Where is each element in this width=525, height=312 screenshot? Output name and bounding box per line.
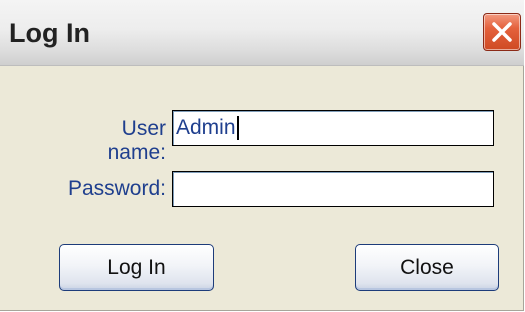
close-window-button[interactable]: [483, 13, 521, 51]
title-bar[interactable]: Log In: [0, 0, 524, 66]
password-label: Password:: [67, 177, 166, 200]
close-icon: [492, 22, 512, 42]
username-field[interactable]: Admin: [172, 110, 494, 146]
close-button[interactable]: Close: [355, 244, 499, 291]
password-field[interactable]: [172, 171, 494, 207]
username-label: User name:: [107, 117, 166, 164]
username-value: Admin: [176, 116, 239, 140]
dialog-title: Log In: [9, 18, 90, 48]
text-caret: [236, 116, 239, 140]
login-dialog: Log In User name: Admin Password: Log In…: [0, 0, 524, 311]
login-button[interactable]: Log In: [59, 244, 214, 291]
